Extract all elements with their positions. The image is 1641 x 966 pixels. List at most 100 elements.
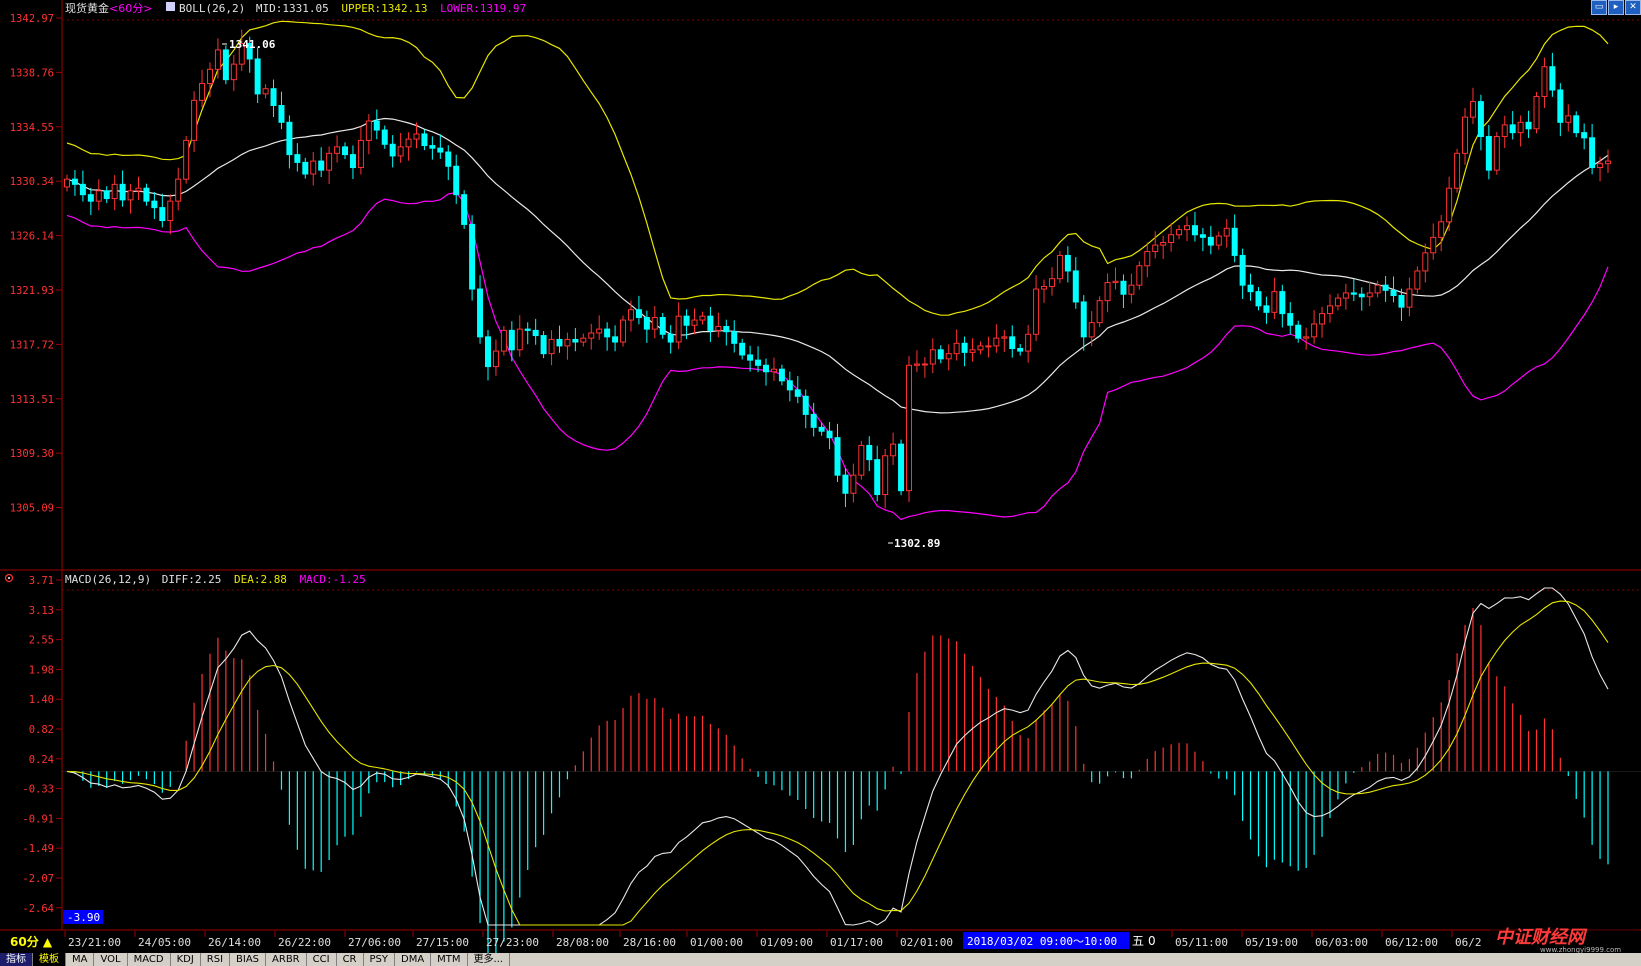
- candle-down: [763, 364, 770, 373]
- time-axis-label: 26/22:00: [278, 936, 331, 949]
- time-axis-label: 05/11:00: [1175, 936, 1228, 949]
- candle-down: [1247, 284, 1254, 293]
- candle-down: [469, 223, 476, 290]
- candle-up: [651, 316, 658, 330]
- candle-up: [1184, 225, 1191, 231]
- tab-ma[interactable]: MA: [66, 953, 95, 966]
- candle-up: [1088, 322, 1095, 338]
- watermark-logo: 中证财经网 www.zhongyi9999.com: [1490, 923, 1640, 954]
- candle-down: [1255, 291, 1262, 307]
- tab-rsi[interactable]: RSI: [201, 953, 231, 966]
- candle-down: [222, 49, 229, 81]
- macd-axis-label: -1.49: [22, 843, 54, 855]
- candle-up: [1025, 333, 1032, 352]
- candle-up: [1176, 229, 1183, 236]
- candle-up: [1406, 288, 1413, 308]
- candle-up: [1303, 336, 1310, 339]
- candle-down: [866, 444, 873, 461]
- candle-up: [905, 364, 912, 492]
- tab-more[interactable]: 更多...: [468, 953, 511, 966]
- candle-down: [1287, 313, 1294, 326]
- boll-header: BOLL(26,2) MID:1331.05 UPPER:1342.13 LOW…: [179, 2, 526, 15]
- candle-down: [540, 335, 547, 355]
- price-axis-label: 1334.55: [10, 122, 54, 134]
- tab-cci[interactable]: CCI: [307, 953, 337, 966]
- candle-down: [1295, 324, 1302, 339]
- candle-up: [1605, 160, 1611, 165]
- candle-down: [270, 88, 277, 107]
- macd-axis-label: 0.24: [29, 754, 54, 766]
- indicator-icon[interactable]: [166, 2, 175, 11]
- candle-down: [707, 315, 714, 331]
- price-axis-label: 1317.72: [10, 339, 54, 351]
- play-icon[interactable]: ▸: [1608, 0, 1624, 15]
- tab-bias[interactable]: BIAS: [230, 953, 267, 966]
- cursor-tail: 0: [1148, 934, 1156, 948]
- close-icon[interactable]: ✕: [1625, 0, 1641, 15]
- tab-dma[interactable]: DMA: [395, 953, 432, 966]
- time-axis-label: 01/00:00: [690, 936, 743, 949]
- candle-up: [1533, 95, 1540, 130]
- candle-up: [365, 120, 372, 141]
- candle-down: [1080, 301, 1087, 338]
- candle-down: [612, 336, 619, 343]
- candle-down: [278, 105, 285, 123]
- candle-up: [64, 178, 70, 188]
- candle-up: [580, 337, 587, 343]
- candle-down: [524, 328, 531, 331]
- period-label[interactable]: 60分 ▲: [10, 934, 53, 949]
- chart-canvas[interactable]: 1342.97 1338.76 1334.55 1330.34 1326.14 1321.…: [0, 0, 1641, 966]
- candle-down: [1358, 293, 1365, 298]
- candle-down: [1477, 101, 1484, 138]
- tab-vol[interactable]: VOL: [94, 953, 128, 966]
- candle-up: [675, 315, 682, 343]
- candle-up: [1454, 152, 1461, 189]
- candle-down: [508, 329, 515, 351]
- candle-up: [1223, 227, 1230, 237]
- tab-macd[interactable]: MACD: [128, 953, 171, 966]
- candle-up: [858, 444, 865, 476]
- macd-axis-label: 1.40: [29, 694, 54, 706]
- tab-cr[interactable]: CR: [337, 953, 364, 966]
- candle-down: [731, 331, 738, 344]
- time-axis-label: 06/03:00: [1315, 936, 1368, 949]
- candle-up: [310, 160, 317, 175]
- candle-down: [151, 200, 158, 209]
- candle-up: [1056, 254, 1063, 280]
- candle-up: [1366, 292, 1373, 298]
- candle-down: [389, 143, 396, 157]
- candle-up: [357, 139, 364, 169]
- candle-down: [1581, 132, 1588, 139]
- candle-down: [532, 329, 539, 337]
- candle-up: [1446, 187, 1453, 223]
- candle-up: [262, 88, 269, 95]
- candle-down: [667, 333, 674, 343]
- tab-psy[interactable]: PSY: [364, 953, 395, 966]
- candle-up: [516, 328, 523, 351]
- tab-arbr[interactable]: ARBR: [266, 953, 307, 966]
- candle-up: [890, 443, 897, 457]
- candle-up: [1215, 235, 1222, 246]
- candle-up: [1326, 305, 1333, 315]
- candle-down: [477, 288, 484, 338]
- candle-up: [1334, 297, 1341, 307]
- candle-up: [548, 338, 555, 355]
- tab-template[interactable]: 模板: [33, 953, 66, 966]
- candle-down: [818, 426, 825, 432]
- time-axis-label: 06/2: [1455, 936, 1482, 949]
- macd-axis-label: -2.64: [22, 903, 54, 915]
- tab-indicator[interactable]: 指标: [0, 953, 33, 966]
- candle-down: [1239, 254, 1246, 286]
- tab-kdj[interactable]: KDJ: [171, 953, 201, 966]
- price-axis-label: 1330.34: [10, 176, 54, 188]
- price-axis-label: 1313.51: [10, 394, 54, 406]
- candle-up: [1597, 163, 1604, 169]
- candle-down: [373, 120, 380, 131]
- tab-mtm[interactable]: MTM: [431, 953, 468, 966]
- candle-down: [103, 190, 110, 200]
- candle-up: [1152, 244, 1159, 253]
- candle-up: [1493, 136, 1500, 171]
- restore-icon[interactable]: ▭: [1591, 0, 1607, 15]
- candle-down: [1279, 291, 1286, 315]
- candle-down: [349, 154, 356, 169]
